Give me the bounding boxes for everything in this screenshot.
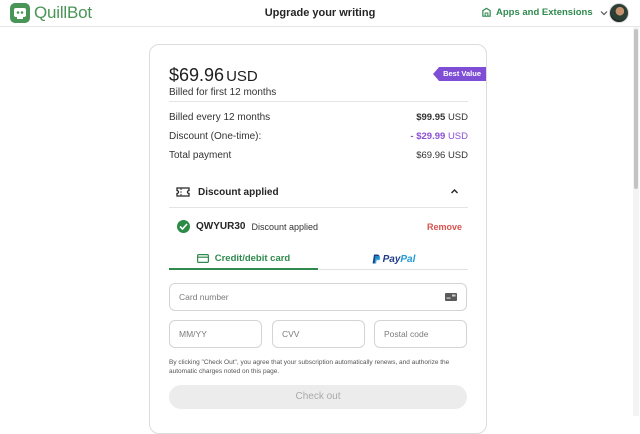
divider — [169, 101, 468, 102]
checkout-button[interactable]: Check out — [169, 385, 467, 409]
summary-value: $69.96 USD — [416, 150, 468, 161]
summary-row-discount: Discount (One-time): - $29.99 USD — [169, 131, 468, 142]
discount-status: Discount applied — [251, 221, 318, 232]
price-currency: USD — [226, 68, 258, 85]
credit-card-icon — [196, 254, 209, 263]
expiry-input[interactable]: MM/YY — [169, 320, 262, 348]
billing-period-note: Billed for first 12 months — [169, 87, 277, 98]
chevron-up-icon — [451, 189, 458, 194]
price-amount: $69.96 — [169, 65, 225, 85]
summary-value: - $29.99 USD — [410, 131, 468, 142]
card-number-placeholder: Card number — [179, 292, 229, 302]
chevron-down-icon — [600, 10, 608, 15]
user-avatar[interactable] — [609, 3, 629, 23]
postal-code-placeholder: Postal code — [384, 329, 429, 339]
expiry-placeholder: MM/YY — [179, 329, 207, 339]
divider — [169, 207, 468, 208]
top-header: QuillBot Upgrade your writing Apps and E… — [0, 0, 640, 27]
apps-extensions-label: Apps and Extensions — [496, 7, 593, 18]
paypal-icon — [372, 254, 380, 264]
payment-method-tabs: Credit/debit card PayPal — [169, 249, 468, 270]
postal-code-input[interactable]: Postal code — [374, 320, 467, 348]
page-scrollbar[interactable] — [633, 27, 639, 416]
card-brand-icon — [445, 293, 457, 301]
tab-paypal[interactable]: PayPal — [319, 249, 468, 270]
renewal-disclaimer: By clicking "Check Out", you agree that … — [169, 359, 450, 375]
checkout-card: $69.96 USD Billed for first 12 months Bes… — [149, 44, 487, 434]
remove-discount-button[interactable]: Remove — [427, 222, 462, 232]
card-number-input[interactable]: Card number — [169, 283, 467, 311]
apps-extensions-menu[interactable]: Apps and Extensions — [481, 7, 608, 18]
scrollbar-thumb[interactable] — [634, 29, 638, 189]
cvv-input[interactable]: CVV — [272, 320, 365, 348]
discount-code: QWYUR30 — [196, 221, 246, 232]
summary-label: Discount (One-time): — [169, 131, 262, 142]
cvv-placeholder: CVV — [282, 329, 300, 339]
best-value-badge: Best Value — [433, 67, 486, 81]
discount-header-label: Discount applied — [198, 186, 279, 198]
plan-price: $69.96 USD — [169, 65, 258, 86]
applied-code-row: QWYUR30 Discount applied Remove — [177, 220, 462, 233]
discount-toggle[interactable]: Discount applied — [169, 186, 468, 198]
paypal-logo: PayPal — [382, 253, 416, 265]
summary-value: $99.95 USD — [416, 112, 468, 123]
ticket-icon — [176, 187, 190, 197]
summary-label: Billed every 12 months — [169, 112, 271, 123]
summary-row-billed: Billed every 12 months $99.95 USD — [169, 112, 468, 123]
summary-row-total: Total payment $69.96 USD — [169, 150, 468, 161]
summary-label: Total payment — [169, 150, 232, 161]
tab-credit-card[interactable]: Credit/debit card — [169, 249, 318, 270]
check-circle-icon — [177, 220, 190, 233]
tab-credit-card-label: Credit/debit card — [214, 253, 291, 264]
apps-icon — [482, 7, 491, 17]
